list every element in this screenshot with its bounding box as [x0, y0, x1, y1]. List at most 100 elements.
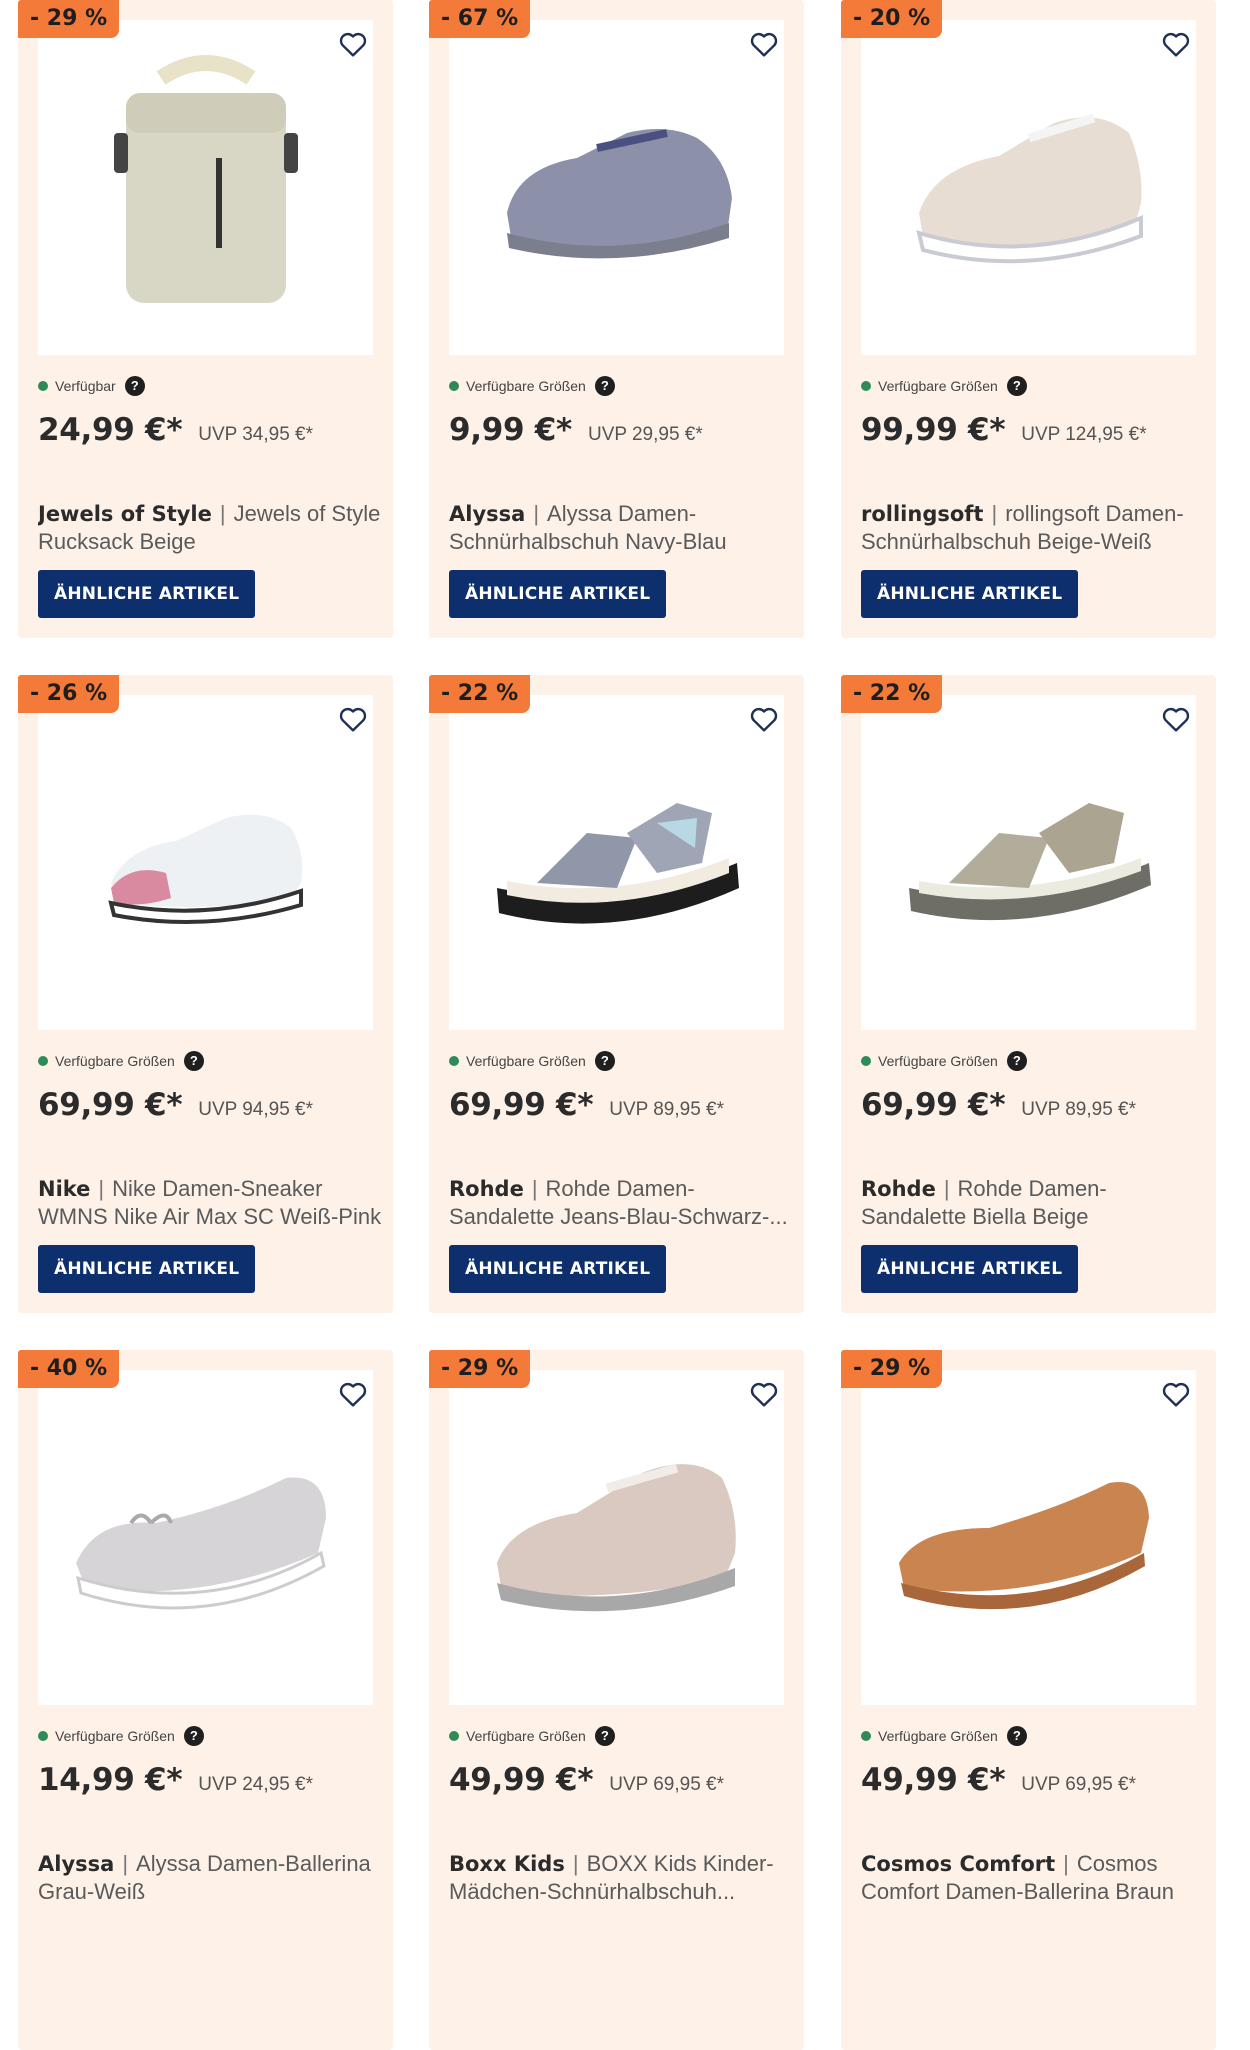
- availability-info: Verfügbare Größen ?: [861, 376, 1027, 396]
- brand-name: Rohde: [449, 1177, 524, 1201]
- product-title[interactable]: Jewels of Style | Jewels of Style Rucksack…: [38, 500, 383, 554]
- product-title[interactable]: Boxx Kids | BOXX Kids Kinder-Mädchen-Schnü…: [449, 1850, 794, 1904]
- help-icon[interactable]: ?: [1006, 376, 1027, 396]
- price: 24,99 €*: [38, 412, 183, 448]
- heart-icon[interactable]: [1160, 1378, 1192, 1410]
- product-title[interactable]: Cosmos Comfort | Cosmos Comfort Damen-Ball…: [861, 1850, 1206, 1904]
- heart-icon[interactable]: [1160, 28, 1192, 60]
- similar-items-button[interactable]: ÄHNLICHE ARTIKEL: [449, 570, 667, 618]
- price: 9,99 €*: [449, 412, 572, 448]
- product-image[interactable]: [38, 20, 373, 355]
- product-title[interactable]: Alyssa | Alyssa Damen-Schnürhalbschuh Navy…: [449, 500, 794, 554]
- uvp-price: UVP 94,95 €*: [198, 1099, 314, 1120]
- separator: |: [572, 1851, 579, 1876]
- product-title[interactable]: Nike | Nike Damen-Sneaker WMNS Nike Air Ma…: [38, 1175, 383, 1229]
- product-image[interactable]: [861, 20, 1196, 355]
- heart-icon[interactable]: [748, 703, 780, 735]
- price: 14,99 €*: [38, 1762, 183, 1798]
- availability-label: Verfügbare Größen: [55, 1053, 175, 1069]
- product-title[interactable]: Alyssa | Alyssa Damen-Ballerina Grau-Weiß: [38, 1850, 383, 1904]
- discount-badge: - 22 %: [841, 675, 943, 713]
- heart-icon[interactable]: [748, 1378, 780, 1410]
- brand-name: Rohde: [861, 1177, 936, 1201]
- product-card-2[interactable]: - 67 % Verfügbare Größen ? 9,99 €* UVP 2…: [429, 0, 804, 638]
- availability-dot-icon: [449, 1056, 459, 1066]
- availability-info: Verfügbare Größen ?: [449, 1726, 615, 1746]
- help-icon[interactable]: ?: [183, 1051, 204, 1071]
- separator: |: [991, 501, 998, 526]
- price: 69,99 €*: [861, 1087, 1006, 1123]
- discount-badge: - 29 %: [18, 0, 120, 38]
- product-grid: - 29 % Verfügbar ? 24,99 €* UVP 34,95 €*…: [0, 0, 1250, 2050]
- similar-items-button[interactable]: ÄHNLICHE ARTIKEL: [38, 570, 256, 618]
- availability-label: Verfügbare Größen: [878, 1728, 998, 1744]
- product-image[interactable]: [38, 695, 373, 1030]
- help-icon[interactable]: ?: [594, 1051, 615, 1071]
- heart-icon[interactable]: [337, 28, 369, 60]
- discount-badge: - 29 %: [841, 1350, 943, 1388]
- product-card-7[interactable]: - 40 % Verfügbare Größen ? 14,99 €* UVP …: [18, 1350, 393, 2050]
- product-card-6[interactable]: - 22 % Verfügbare Größen ? 69,99 €* UVP …: [841, 675, 1216, 1313]
- product-card-4[interactable]: - 26 % Verfügbare Größen ? 69,99 €* UVP …: [18, 675, 393, 1313]
- help-icon[interactable]: ?: [183, 1726, 204, 1746]
- uvp-price: UVP 29,95 €*: [587, 424, 703, 445]
- product-card-9[interactable]: - 29 % Verfügbare Größen ? 49,99 €* UVP …: [841, 1350, 1216, 2050]
- availability-dot-icon: [449, 381, 459, 391]
- product-image[interactable]: [449, 1370, 784, 1705]
- help-icon[interactable]: ?: [1006, 1726, 1027, 1746]
- separator: |: [1063, 1851, 1069, 1876]
- availability-dot-icon: [38, 381, 48, 391]
- brand-name: Alyssa: [38, 1852, 115, 1876]
- similar-items-button[interactable]: ÄHNLICHE ARTIKEL: [38, 1245, 256, 1293]
- uvp-price: UVP 124,95 €*: [1021, 424, 1147, 445]
- price-row: 49,99 €* UVP 69,95 €*: [861, 1762, 1136, 1798]
- price-row: 49,99 €* UVP 69,95 €*: [449, 1762, 724, 1798]
- product-image[interactable]: [861, 695, 1196, 1030]
- availability-dot-icon: [861, 381, 871, 391]
- product-image[interactable]: [449, 20, 784, 355]
- help-icon[interactable]: ?: [594, 1726, 615, 1746]
- availability-label: Verfügbare Größen: [878, 378, 998, 394]
- help-icon[interactable]: ?: [124, 376, 145, 396]
- discount-badge: - 40 %: [18, 1350, 120, 1388]
- separator: |: [122, 1851, 129, 1876]
- help-icon[interactable]: ?: [1006, 1051, 1027, 1071]
- product-title[interactable]: rollingsoft | rollingsoft Damen-Schnürhalb…: [861, 500, 1206, 554]
- separator: |: [943, 1176, 950, 1201]
- brand-name: Alyssa: [449, 502, 526, 526]
- product-card-5[interactable]: - 22 % Verfügbare Größen ? 69,99 €* UVP …: [429, 675, 804, 1313]
- price-row: 69,99 €* UVP 89,95 €*: [861, 1087, 1136, 1123]
- price: 49,99 €*: [449, 1762, 594, 1798]
- availability-label: Verfügbare Größen: [466, 378, 586, 394]
- heart-icon[interactable]: [748, 28, 780, 60]
- product-card-1[interactable]: - 29 % Verfügbar ? 24,99 €* UVP 34,95 €*…: [18, 0, 393, 638]
- price: 69,99 €*: [38, 1087, 183, 1123]
- availability-dot-icon: [38, 1731, 48, 1741]
- help-icon[interactable]: ?: [594, 376, 615, 396]
- product-image[interactable]: [38, 1370, 373, 1705]
- similar-items-button[interactable]: ÄHNLICHE ARTIKEL: [861, 1245, 1079, 1293]
- product-title[interactable]: Rohde | Rohde Damen-Sandalette Biella Beig…: [861, 1175, 1206, 1229]
- product-image[interactable]: [861, 1370, 1196, 1705]
- heart-icon[interactable]: [1160, 703, 1192, 735]
- similar-items-button[interactable]: ÄHNLICHE ARTIKEL: [861, 570, 1079, 618]
- availability-dot-icon: [449, 1731, 459, 1741]
- uvp-price: UVP 24,95 €*: [198, 1774, 314, 1795]
- product-image[interactable]: [449, 695, 784, 1030]
- heart-icon[interactable]: [337, 703, 369, 735]
- similar-items-button[interactable]: ÄHNLICHE ARTIKEL: [449, 1245, 667, 1293]
- separator: |: [98, 1176, 105, 1201]
- product-card-3[interactable]: - 20 % Verfügbare Größen ? 99,99 €* UVP …: [841, 0, 1216, 638]
- availability-info: Verfügbare Größen ?: [38, 1726, 204, 1746]
- uvp-price: UVP 34,95 €*: [198, 424, 314, 445]
- discount-badge: - 67 %: [429, 0, 531, 38]
- discount-badge: - 20 %: [841, 0, 943, 38]
- product-title[interactable]: Rohde | Rohde Damen-Sandalette Jeans-Blau-…: [449, 1175, 794, 1229]
- product-card-8[interactable]: - 29 % Verfügbare Größen ? 49,99 €* UVP …: [429, 1350, 804, 2050]
- availability-info: Verfügbare Größen ?: [861, 1051, 1027, 1071]
- heart-icon[interactable]: [337, 1378, 369, 1410]
- availability-dot-icon: [38, 1056, 48, 1066]
- discount-badge: - 29 %: [429, 1350, 531, 1388]
- availability-label: Verfügbare Größen: [466, 1728, 586, 1744]
- price: 49,99 €*: [861, 1762, 1006, 1798]
